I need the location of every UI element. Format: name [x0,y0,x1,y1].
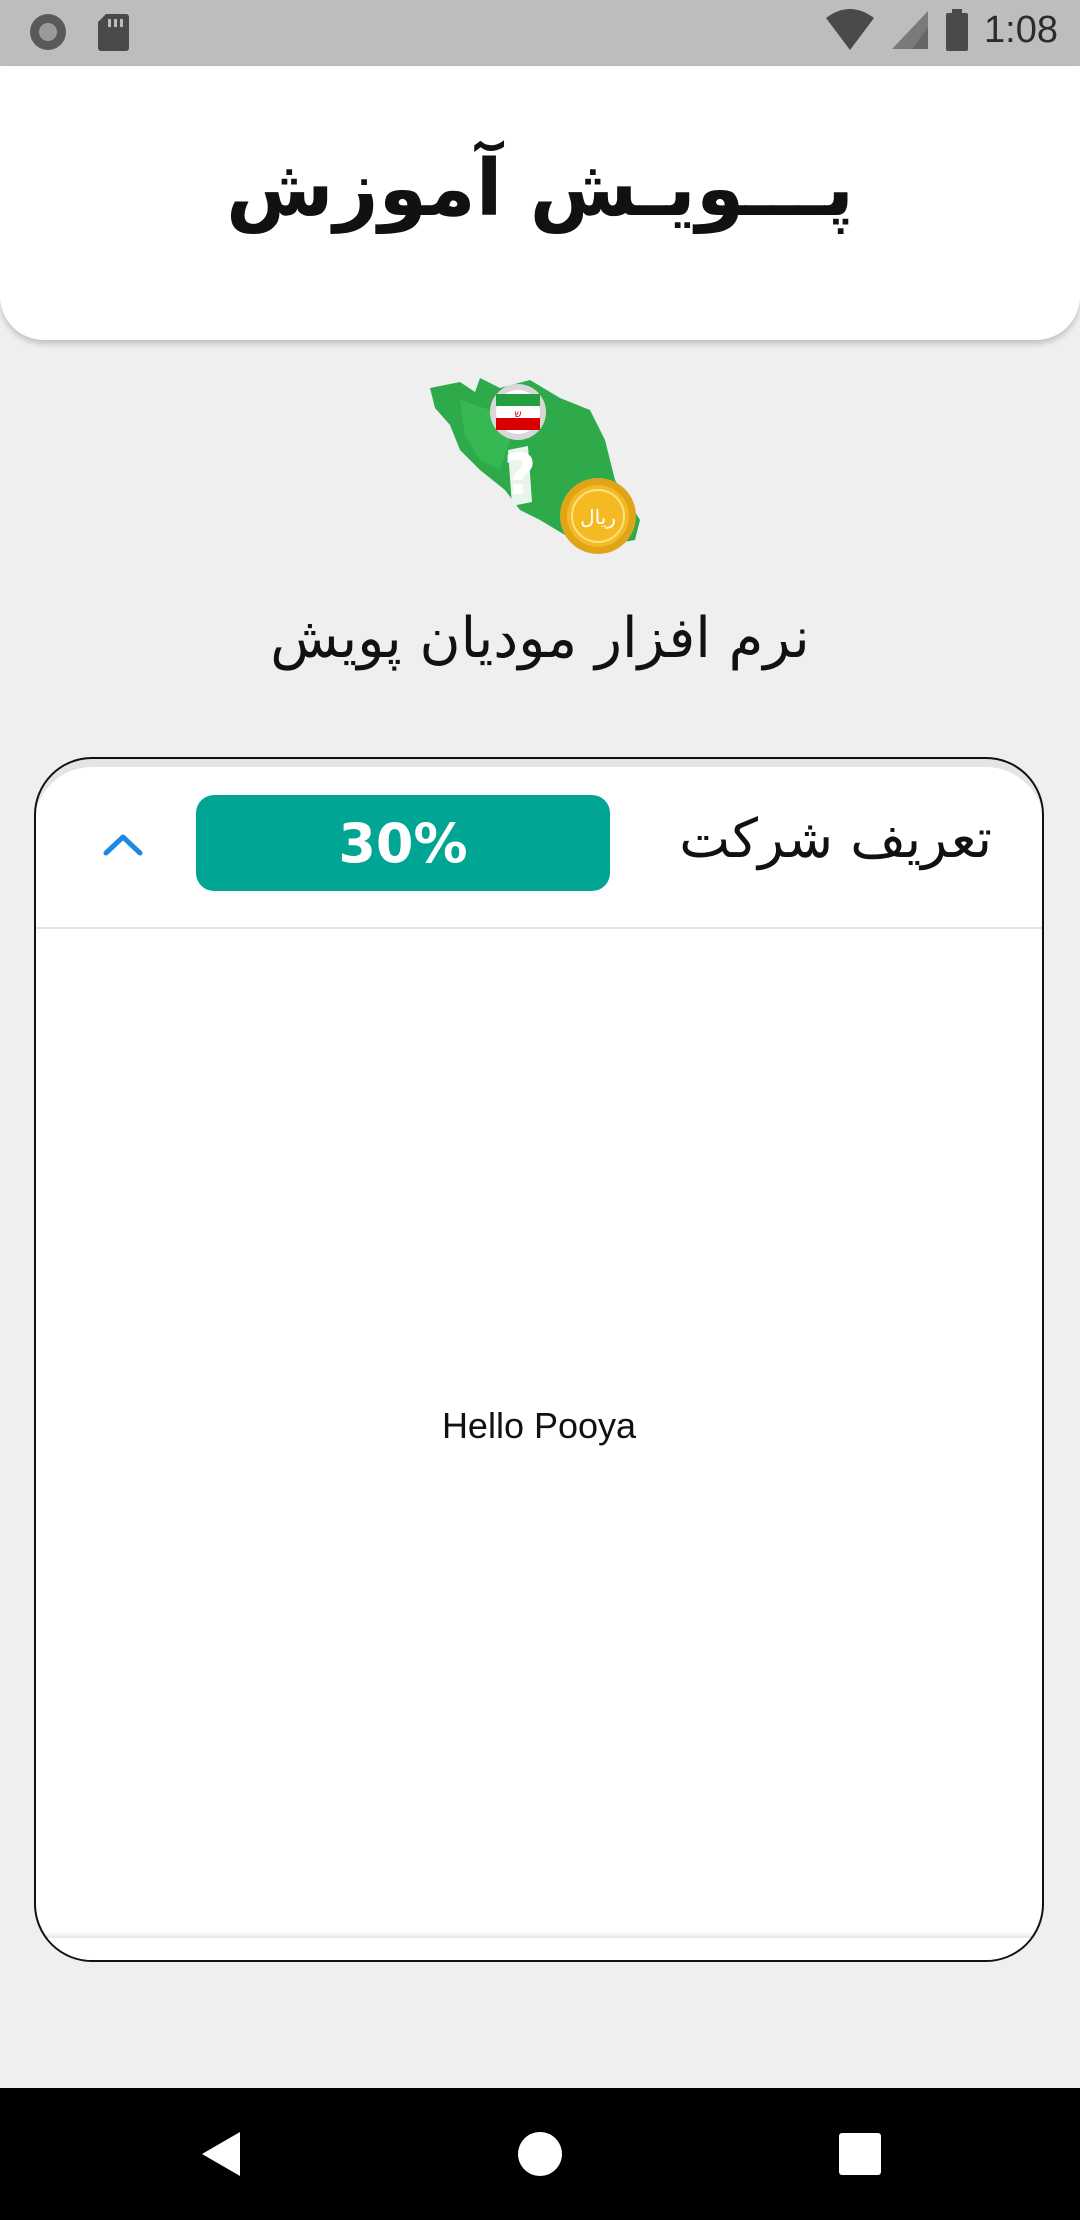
svg-text:ש: ש [514,409,521,420]
progress-badge: 30% [196,795,610,891]
navigation-bar [0,2088,1080,2220]
battery-icon [946,9,969,51]
record-icon [30,14,66,50]
home-icon[interactable] [514,2128,566,2180]
wifi-icon [826,9,875,50]
chevron-up-icon[interactable] [98,823,148,863]
back-icon[interactable] [196,2128,248,2180]
company-setup-card: تعریف شرکت 30% Hello Pooya [34,757,1044,1962]
signal-icon [892,11,929,49]
app-title: پـــویـش آموزش [226,144,854,234]
status-bar: 1:08 [0,0,1080,66]
coin-text: ریال [580,505,616,529]
recents-icon[interactable] [834,2128,886,2180]
card-body-text: Hello Pooya [441,1405,637,1446]
app-subtitle: نرم افزار مودیان پویش [270,606,810,671]
card-header[interactable]: تعریف شرکت 30% [36,759,1042,929]
iran-map-logo-icon: ש ? ریال [430,378,640,554]
progress-label: 30% [338,811,468,875]
svg-text:?: ? [504,443,536,508]
card-bottom-edge [36,1938,1042,1960]
card-title: تعریف شرکت [679,807,992,870]
header-card: پـــویـش آموزش [0,66,1080,340]
sd-card-icon [98,14,129,51]
status-time: 1:08 [984,8,1058,51]
